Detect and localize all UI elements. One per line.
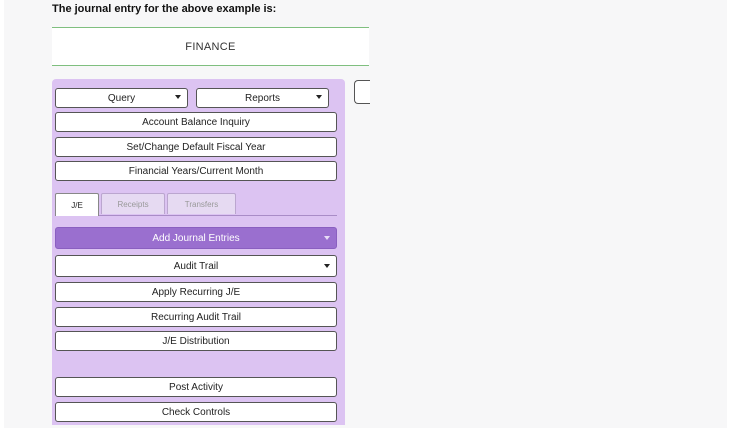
reports-label: Reports: [244, 92, 280, 104]
financial-years-current-month-label: Financial Years/Current Month: [128, 165, 264, 177]
audit-trail-label: Audit Trail: [173, 260, 219, 272]
financial-years-current-month-button[interactable]: Financial Years/Current Month: [55, 161, 337, 181]
add-journal-entries-dropdown[interactable]: Add Journal Entries: [55, 227, 337, 249]
set-default-fiscal-year-label: Set/Change Default Fiscal Year: [126, 141, 266, 153]
account-balance-inquiry-label: Account Balance Inquiry: [142, 116, 250, 128]
tab-je[interactable]: J/E: [55, 193, 99, 216]
apply-recurring-je-label: Apply Recurring J/E: [151, 286, 241, 298]
intro-text: The journal entry for the above example …: [52, 3, 277, 15]
finance-menu-panel: Query Reports Account Balance Inquiry Se…: [52, 79, 345, 425]
audit-trail-dropdown[interactable]: Audit Trail: [55, 255, 337, 277]
check-controls-button[interactable]: Check Controls: [55, 402, 337, 422]
tab-receipts-label: Receipts: [117, 199, 149, 209]
chevron-down-icon: [324, 236, 330, 240]
query-label: Query: [107, 92, 136, 104]
check-controls-label: Check Controls: [161, 406, 231, 418]
post-activity-label: Post Activity: [169, 381, 223, 393]
side-panel-stub[interactable]: [354, 80, 370, 104]
reports-dropdown[interactable]: Reports: [196, 88, 329, 108]
finance-header: FINANCE: [52, 27, 369, 66]
tab-receipts[interactable]: Receipts: [101, 193, 165, 214]
set-default-fiscal-year-button[interactable]: Set/Change Default Fiscal Year: [55, 137, 337, 157]
finance-title: FINANCE: [185, 40, 236, 53]
je-distribution-label: J/E Distribution: [162, 335, 230, 347]
chevron-down-icon: [316, 95, 322, 99]
tab-transfers-label: Transfers: [184, 199, 219, 209]
chevron-down-icon: [175, 95, 181, 99]
recurring-audit-trail-button[interactable]: Recurring Audit Trail: [55, 307, 337, 327]
post-activity-button[interactable]: Post Activity: [55, 377, 337, 397]
apply-recurring-je-button[interactable]: Apply Recurring J/E: [55, 282, 337, 302]
chevron-down-icon: [324, 264, 330, 268]
tab-je-label: J/E: [71, 200, 83, 210]
je-tabs: J/E Receipts Transfers: [55, 193, 337, 216]
tab-transfers[interactable]: Transfers: [167, 193, 236, 214]
recurring-audit-trail-label: Recurring Audit Trail: [150, 311, 242, 323]
account-balance-inquiry-button[interactable]: Account Balance Inquiry: [55, 112, 337, 132]
je-distribution-button[interactable]: J/E Distribution: [55, 331, 337, 351]
query-dropdown[interactable]: Query: [55, 88, 188, 108]
add-journal-entries-label: Add Journal Entries: [152, 232, 240, 244]
